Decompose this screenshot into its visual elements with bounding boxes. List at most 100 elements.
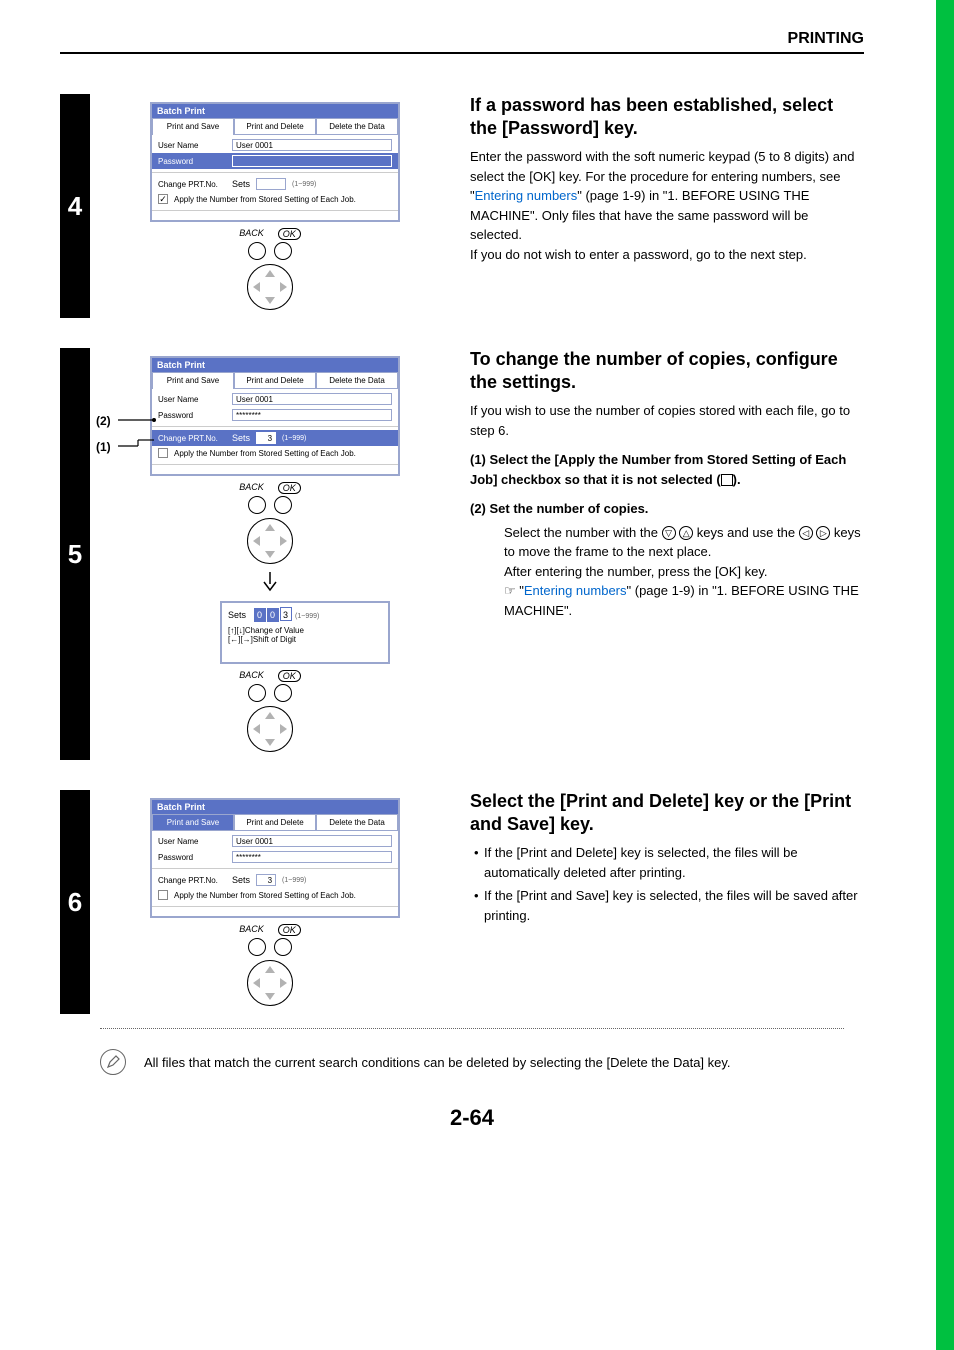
dpad[interactable] (247, 706, 293, 752)
dpad[interactable] (247, 264, 293, 310)
dotted-divider (100, 1028, 844, 1029)
up-icon (265, 270, 275, 277)
digit-selected[interactable]: 3 (280, 607, 292, 621)
right-icon (280, 724, 287, 734)
arrow-down-icon (262, 572, 278, 592)
step6-bullet2: If the [Print and Save] key is selected,… (474, 886, 864, 925)
step4-body2: If you do not wish to enter a password, … (470, 245, 864, 265)
apply-checkbox[interactable]: ✓ (158, 194, 168, 204)
tab-print-save[interactable]: Print and Save (152, 118, 234, 135)
page-number: 2-64 (60, 1105, 884, 1131)
sets-value[interactable]: 3 (256, 432, 276, 444)
step5-sub2-body: Select the number with the ▽ △ keys and … (470, 523, 864, 562)
password-label: Password (158, 411, 226, 420)
username-value[interactable]: User 0001 (232, 393, 392, 405)
username-label: User Name (158, 395, 226, 404)
sets-label: Sets (232, 179, 250, 189)
change-prt-label: Change PRT.No. (158, 180, 226, 189)
back-label: BACK (239, 228, 264, 240)
hint1: [↑][↓]Change of Value (228, 626, 382, 635)
password-label: Password (158, 157, 226, 166)
entering-numbers-link[interactable]: Entering numbers (524, 583, 627, 598)
sets-range: (1~999) (282, 877, 306, 884)
step-5: 5 (2) (1) Batch Print Print and Save Pri… (60, 348, 884, 760)
sets-label: Sets (228, 610, 246, 620)
down-icon (265, 297, 275, 304)
batch-print-panel: Batch Print Print and Save Print and Del… (150, 102, 400, 222)
password-value[interactable]: ******** (232, 851, 392, 863)
username-value[interactable]: User 0001 (232, 139, 392, 151)
change-prt-label: Change PRT.No. (158, 434, 226, 443)
tab-delete-data[interactable]: Delete the Data (316, 814, 398, 831)
apply-checkbox[interactable] (158, 448, 168, 458)
tab-print-save[interactable]: Print and Save (152, 372, 234, 389)
entering-numbers-link[interactable]: Entering numbers (475, 188, 578, 203)
tab-print-delete[interactable]: Print and Delete (234, 118, 316, 135)
up-icon (265, 712, 275, 719)
username-value[interactable]: User 0001 (232, 835, 392, 847)
sets-range: (1~999) (292, 181, 316, 188)
ok-label: OK (278, 228, 301, 240)
tab-delete-data[interactable]: Delete the Data (316, 372, 398, 389)
ok-button[interactable] (274, 938, 292, 956)
ok-label: OK (278, 670, 301, 682)
page-header: PRINTING (60, 30, 864, 48)
pencil-icon (100, 1049, 126, 1075)
sets-label: Sets (232, 875, 250, 885)
tab-delete-data[interactable]: Delete the Data (316, 118, 398, 135)
note: All files that match the current search … (100, 1049, 884, 1075)
step6-heading: Select the [Print and Delete] key or the… (470, 790, 864, 835)
password-value[interactable] (232, 155, 392, 167)
up-key-icon: △ (679, 526, 693, 540)
right-icon (280, 978, 287, 988)
ok-button[interactable] (274, 684, 292, 702)
tab-print-delete[interactable]: Print and Delete (234, 814, 316, 831)
batch-print-panel: Batch Print Print and Save Print and Del… (150, 798, 400, 918)
back-button[interactable] (248, 684, 266, 702)
back-button[interactable] (248, 242, 266, 260)
note-text: All files that match the current search … (144, 1055, 731, 1070)
sets-value[interactable] (256, 178, 286, 190)
right-icon (280, 536, 287, 546)
step5-sub1: (1) Select the [Apply the Number from St… (470, 450, 864, 489)
step-6: 6 Batch Print Print and Save Print and D… (60, 790, 884, 1014)
dpad[interactable] (247, 960, 293, 1006)
left-key-icon: ◁ (799, 526, 813, 540)
batch-print-panel: Batch Print Print and Save Print and Del… (150, 356, 400, 476)
left-icon (253, 978, 260, 988)
header-rule (60, 52, 864, 54)
left-icon (253, 536, 260, 546)
back-label: BACK (239, 924, 264, 936)
step5-heading: To change the number of copies, configur… (470, 348, 864, 393)
digit[interactable]: 0 (267, 608, 279, 622)
back-button[interactable] (248, 496, 266, 514)
tab-print-delete[interactable]: Print and Delete (234, 372, 316, 389)
username-label: User Name (158, 141, 226, 150)
step-number: 5 (60, 348, 90, 760)
sets-range: (1~999) (295, 613, 319, 620)
dpad[interactable] (247, 518, 293, 564)
apply-label: Apply the Number from Stored Setting of … (174, 449, 356, 458)
apply-checkbox[interactable] (158, 890, 168, 900)
ok-button[interactable] (274, 496, 292, 514)
callout-lines (118, 408, 158, 458)
left-icon (253, 282, 260, 292)
sets-entry-panel: Sets 003 (1~999) [↑][↓]Change of Value [… (220, 601, 390, 664)
change-prt-label: Change PRT.No. (158, 876, 226, 885)
step5-sub2-ref: ☞ "Entering numbers" (page 1-9) in "1. B… (470, 581, 864, 620)
panel-title: Batch Print (152, 104, 398, 118)
tab-print-save[interactable]: Print and Save (152, 814, 234, 831)
down-icon (265, 739, 275, 746)
ok-label: OK (278, 482, 301, 494)
step5-sub2: (2) Set the number of copies. (470, 499, 864, 519)
down-icon (265, 551, 275, 558)
back-button[interactable] (248, 938, 266, 956)
step-number: 6 (60, 790, 90, 1014)
hint2: [←][→]Shift of Digit (228, 635, 382, 644)
panel-title: Batch Print (152, 800, 398, 814)
password-value[interactable]: ******** (232, 409, 392, 421)
digit[interactable]: 0 (254, 608, 266, 622)
sets-value[interactable]: 3 (256, 874, 276, 886)
ok-button[interactable] (274, 242, 292, 260)
up-icon (265, 524, 275, 531)
